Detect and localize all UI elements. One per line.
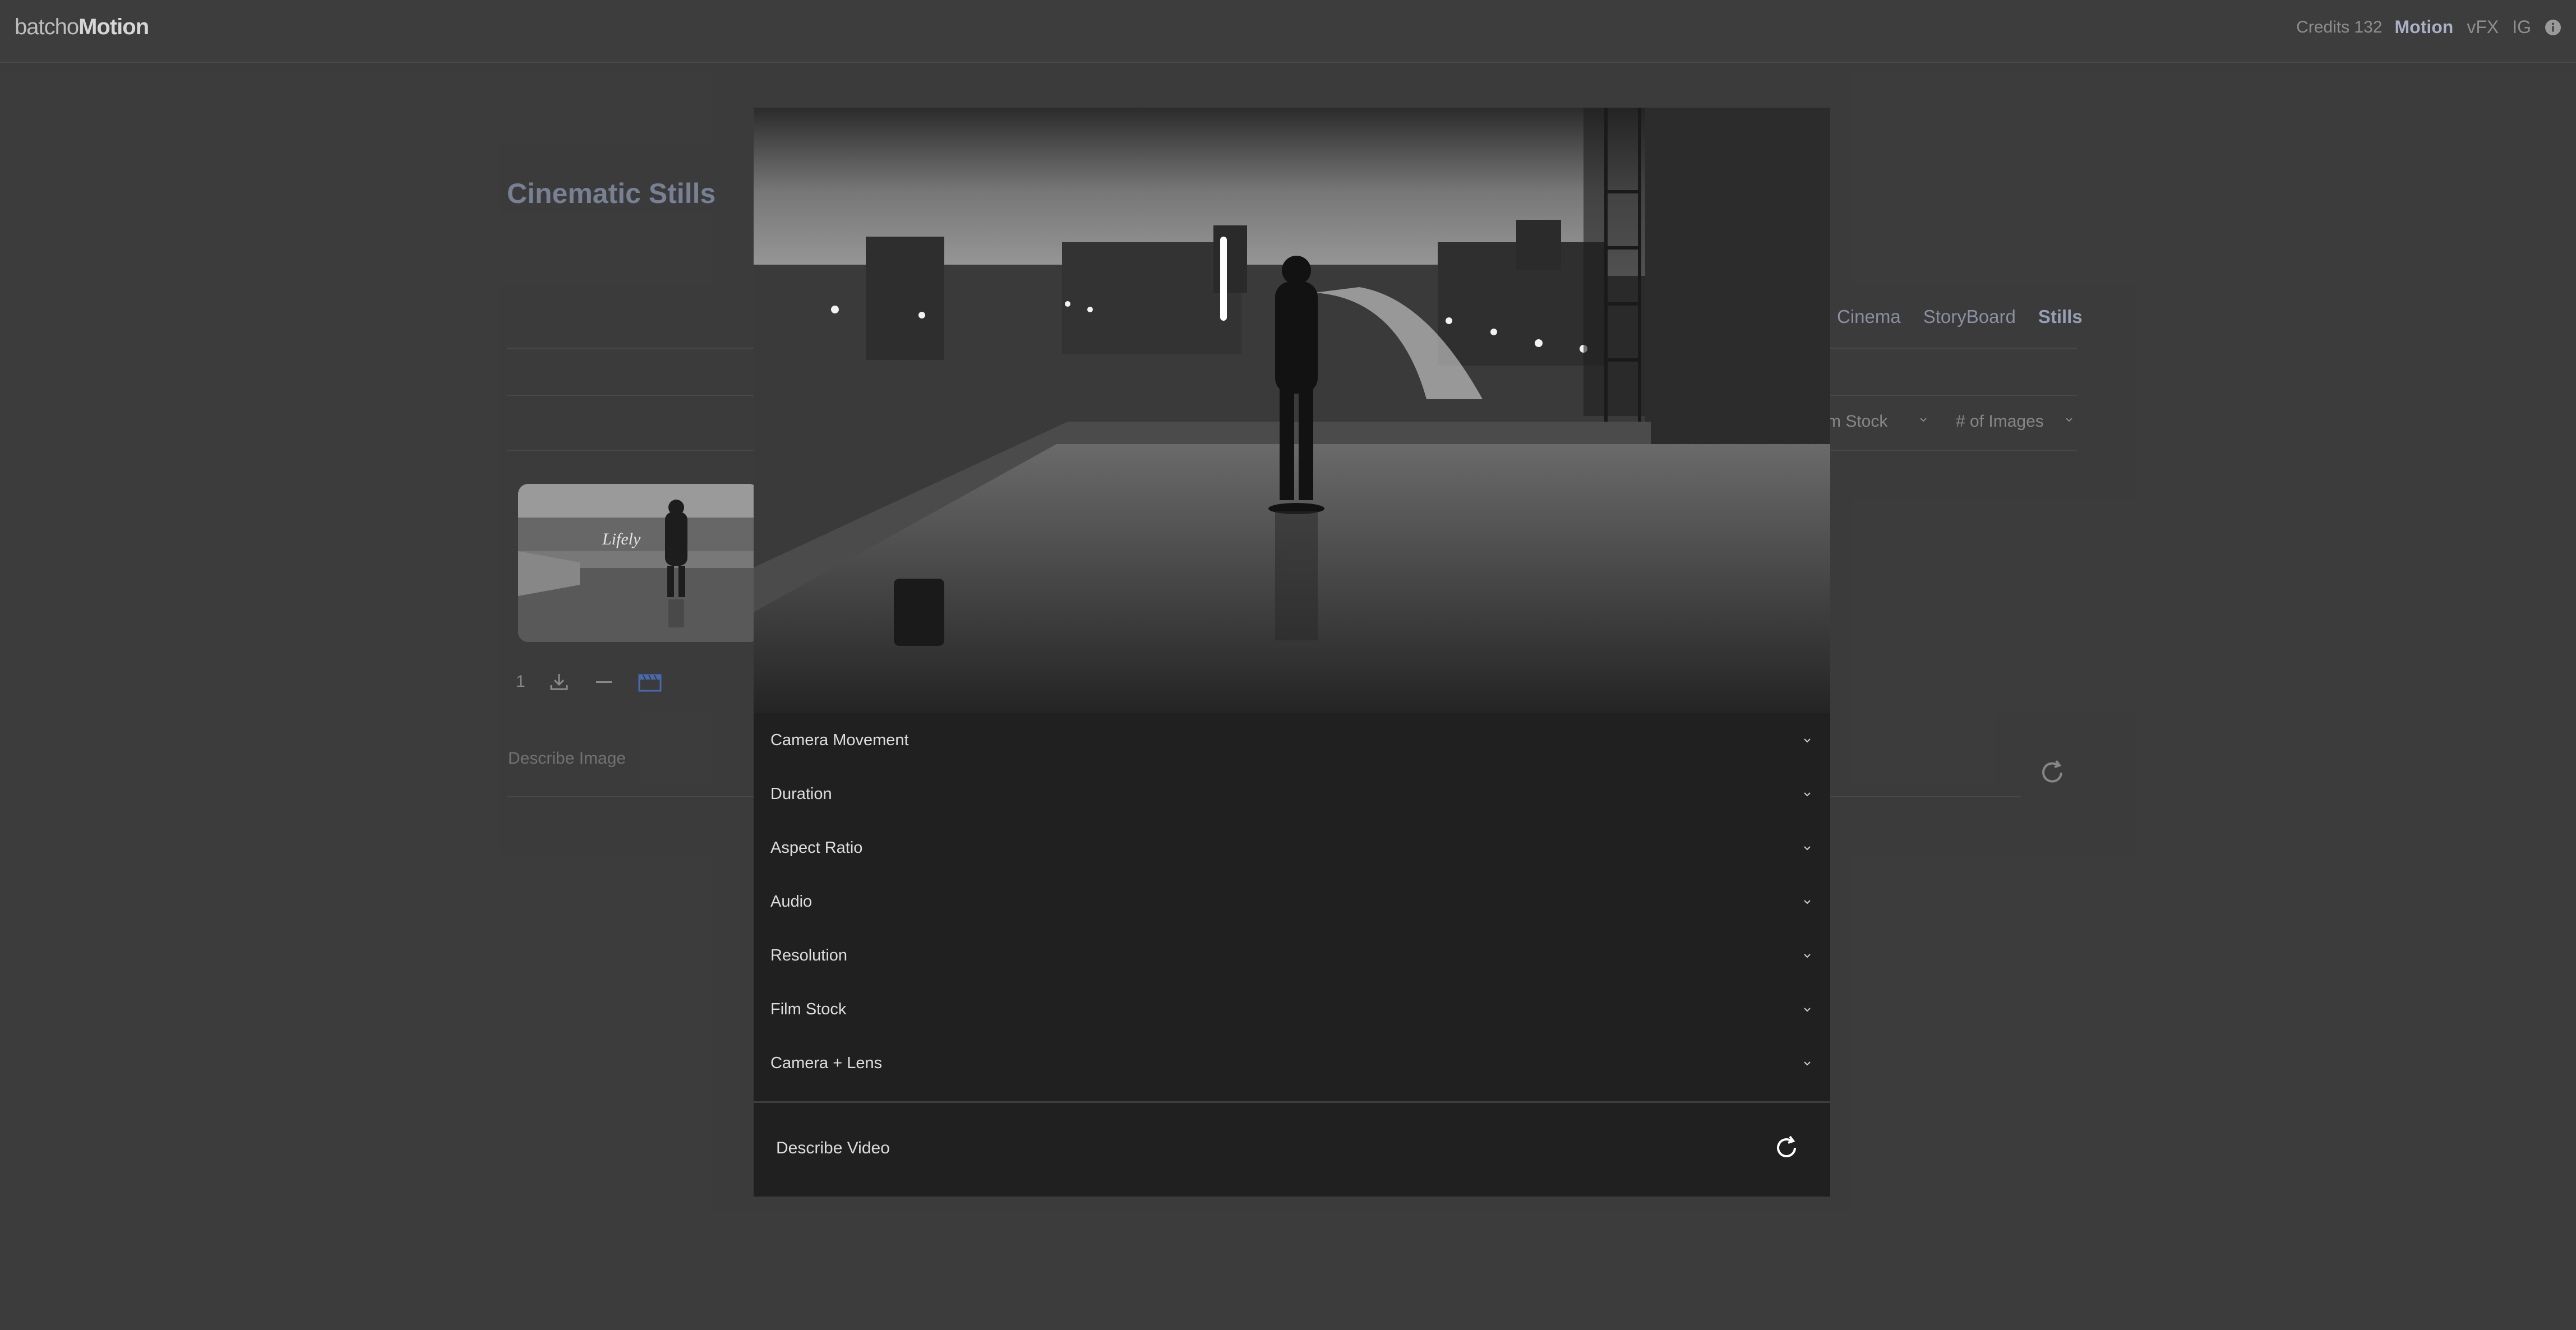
setting-camera-movement[interactable]: Camera Movement xyxy=(754,713,1830,767)
setting-film-stock[interactable]: Film Stock xyxy=(754,982,1830,1036)
chevron-down-icon xyxy=(1801,1057,1813,1069)
setting-label: Audio xyxy=(770,893,812,911)
describe-video-bar xyxy=(754,1101,1830,1197)
describe-video-input[interactable] xyxy=(770,1123,1752,1174)
setting-audio[interactable]: Audio xyxy=(754,875,1830,929)
setting-label: Camera + Lens xyxy=(770,1054,882,1073)
setting-camera-lens[interactable]: Camera + Lens xyxy=(754,1036,1830,1090)
video-settings-list: Camera Movement Duration Aspect Ratio Au… xyxy=(754,713,1830,1090)
setting-resolution[interactable]: Resolution xyxy=(754,929,1830,982)
setting-duration[interactable]: Duration xyxy=(754,767,1830,821)
setting-label: Duration xyxy=(770,785,832,803)
chevron-down-icon xyxy=(1801,1003,1813,1015)
chevron-down-icon xyxy=(1801,734,1813,746)
setting-label: Resolution xyxy=(770,946,847,965)
setting-aspect-ratio[interactable]: Aspect Ratio xyxy=(754,821,1830,875)
credits-counter: Credits 132 xyxy=(2296,18,2382,37)
chevron-down-icon xyxy=(1801,895,1813,908)
chevron-down-icon xyxy=(1801,842,1813,854)
nav-motion[interactable]: Motion xyxy=(2394,17,2453,38)
top-bar: batchoMotion Credits 132 Motion vFX IG xyxy=(0,0,2576,63)
nav-vfx[interactable]: vFX xyxy=(2467,17,2499,38)
brand-logo[interactable]: batchoMotion xyxy=(15,15,149,40)
setting-label: Aspect Ratio xyxy=(770,839,862,857)
video-settings-modal: Camera Movement Duration Aspect Ratio Au… xyxy=(754,108,1830,1197)
regenerate-icon[interactable] xyxy=(1772,1133,1801,1162)
setting-label: Film Stock xyxy=(770,1000,846,1019)
setting-label: Camera Movement xyxy=(770,731,909,750)
chevron-down-icon xyxy=(1801,788,1813,800)
top-nav: Credits 132 Motion vFX IG xyxy=(2296,17,2561,38)
info-icon[interactable] xyxy=(2545,19,2561,36)
nav-ig[interactable]: IG xyxy=(2512,17,2531,38)
selected-still-image xyxy=(754,108,1830,713)
chevron-down-icon xyxy=(1801,949,1813,962)
